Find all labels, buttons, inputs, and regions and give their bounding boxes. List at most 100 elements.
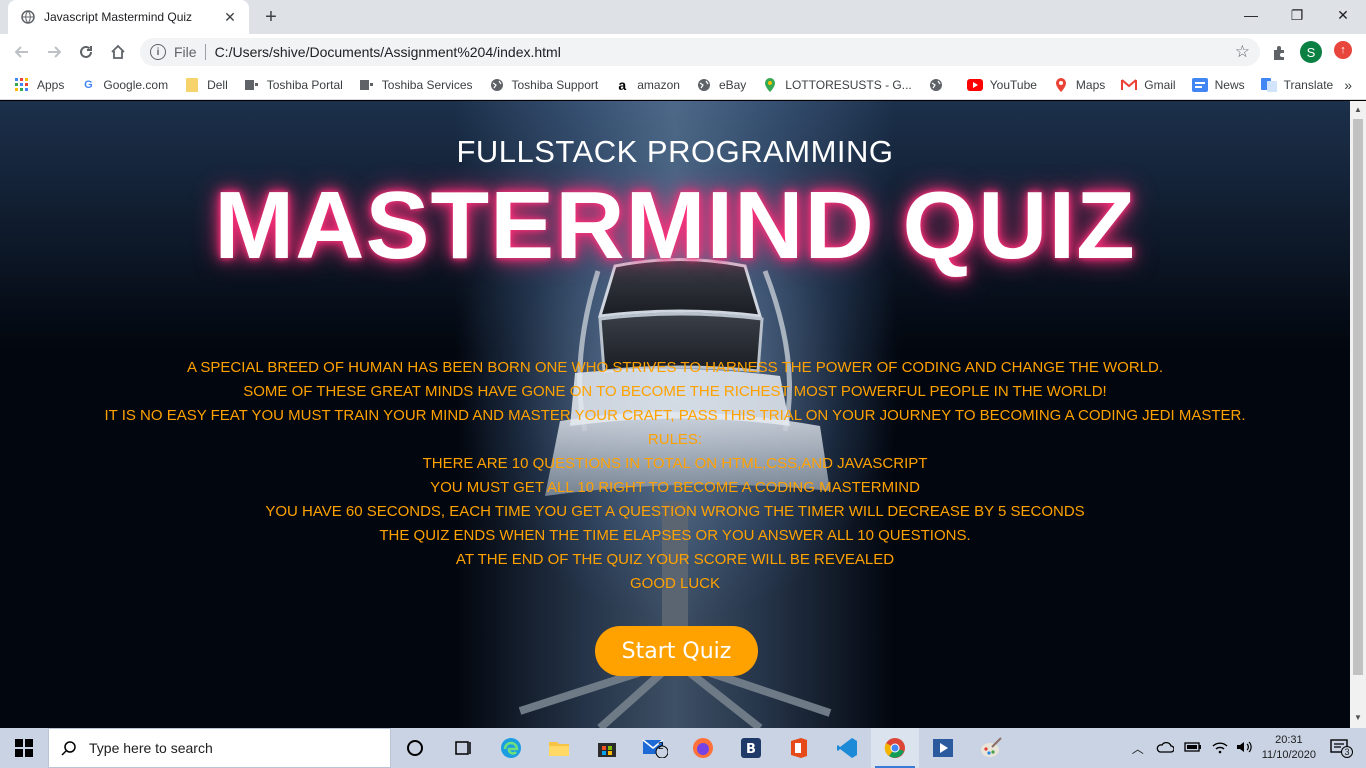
toshiba-icon	[359, 77, 375, 93]
url-text[interactable]: C:/Users/shive/Documents/Assignment%204/…	[215, 44, 1235, 60]
rule-line: YOU MUST GET ALL 10 RIGHT TO BECOME A CO…	[430, 479, 920, 496]
bookmark-globe[interactable]	[928, 77, 951, 93]
new-tab-icon[interactable]: +	[258, 4, 284, 30]
start-quiz-button[interactable]: Start Quiz	[595, 626, 758, 676]
cortana-icon[interactable]	[391, 728, 439, 768]
bookmark-translate[interactable]: Translate	[1260, 77, 1334, 93]
search-icon	[61, 741, 76, 756]
quiz-landing-page: FULLSTACK PROGRAMMING MASTERMIND QUIZ A …	[0, 101, 1350, 728]
bookmark-label: Apps	[37, 77, 65, 92]
address-bar[interactable]: i File C:/Users/shive/Documents/Assignme…	[140, 38, 1260, 66]
close-window-icon[interactable]: ✕	[1320, 0, 1366, 30]
bootstrap-app-icon[interactable]: B	[727, 728, 775, 768]
tab-active[interactable]: Javascript Mastermind Quiz ✕	[8, 0, 249, 34]
task-view-icon[interactable]	[439, 728, 487, 768]
bookmarks-overflow-icon[interactable]: »	[1344, 77, 1352, 93]
minimize-icon[interactable]: —	[1228, 0, 1274, 30]
maps-icon	[1053, 77, 1069, 93]
windows-start-icon[interactable]	[0, 728, 48, 768]
bookmark-gmail[interactable]: Gmail	[1121, 77, 1176, 93]
intro-line: SOME OF THESE GREAT MINDS HAVE GONE ON T…	[243, 383, 1107, 400]
scroll-down-icon[interactable]: ▼	[1354, 713, 1362, 722]
office-icon[interactable]	[775, 728, 823, 768]
chevron-up-icon[interactable]: ︿	[1132, 740, 1144, 757]
store-icon[interactable]	[583, 728, 631, 768]
reload-icon[interactable]	[74, 40, 98, 64]
bookmark-amazon[interactable]: a amazon	[614, 77, 680, 93]
intro-text: A SPECIAL BREED OF HUMAN HAS BEEN BORN O…	[0, 356, 1350, 596]
gmail-icon	[1121, 77, 1138, 93]
bookmark-toshiba-services[interactable]: Toshiba Services	[359, 77, 473, 93]
toshiba-icon	[244, 77, 260, 93]
bookmark-news[interactable]: News	[1191, 77, 1245, 93]
page-title: MASTERMIND QUIZ	[214, 172, 1136, 279]
scroll-up-icon[interactable]: ▲	[1354, 105, 1362, 114]
bookmark-label: amazon	[637, 77, 680, 92]
chrome-icon[interactable]	[871, 728, 919, 768]
mail-icon[interactable]: 2	[631, 728, 679, 768]
taskbar-clock[interactable]: 20:31 11/10/2020	[1262, 733, 1316, 763]
page-scrollbar[interactable]: ▲ ▼	[1350, 101, 1366, 728]
restore-icon[interactable]: ❐	[1274, 0, 1320, 30]
good-luck-text: GOOD LUCK	[629, 575, 720, 592]
home-icon[interactable]	[106, 40, 130, 64]
rule-line: THE QUIZ ENDS WHEN THE TIME ELAPSES OR Y…	[379, 527, 971, 544]
address-separator	[204, 44, 206, 60]
close-tab-icon[interactable]: ✕	[221, 9, 239, 26]
update-icon[interactable]: ↑	[1334, 41, 1352, 59]
bookmark-maps[interactable]: Maps	[1053, 77, 1105, 93]
rule-line: THERE ARE 10 QUESTIONS IN TOTAL ON HTML,…	[422, 455, 928, 472]
scrollbar-thumb[interactable]	[1353, 119, 1363, 675]
map-pin-icon	[762, 77, 778, 93]
search-placeholder: Type here to search	[89, 740, 213, 756]
bookmark-label: Dell	[207, 77, 228, 92]
bookmark-star-icon[interactable]: ☆	[1235, 42, 1250, 62]
bookmark-label: Translate	[1283, 77, 1334, 92]
back-icon[interactable]	[10, 40, 34, 64]
amazon-icon: a	[618, 76, 627, 93]
tab-title: Javascript Mastermind Quiz	[44, 10, 193, 24]
bookmark-lottoresults[interactable]: LOTTORESUSTS - G...	[762, 77, 912, 93]
media-player-icon[interactable]	[919, 728, 967, 768]
bookmark-toshiba-support[interactable]: Toshiba Support	[489, 77, 599, 93]
notification-count: 3	[1341, 745, 1353, 758]
globe-icon	[20, 9, 36, 25]
extensions-icon[interactable]	[1268, 42, 1290, 64]
taskbar-search[interactable]: Type here to search	[48, 728, 391, 768]
bookmark-dell[interactable]: Dell	[184, 77, 228, 93]
globe-icon	[696, 77, 712, 93]
page-subtitle: FULLSTACK PROGRAMMING	[456, 134, 894, 169]
mail-badge: 2	[658, 741, 664, 752]
volume-icon[interactable]	[1236, 740, 1252, 757]
news-icon	[1191, 77, 1208, 93]
info-icon[interactable]: i	[150, 44, 166, 60]
bookmark-toshiba-portal[interactable]: Toshiba Portal	[244, 77, 343, 93]
bookmark-label: eBay	[718, 77, 747, 92]
profile-avatar[interactable]: S	[1300, 41, 1322, 63]
edge-icon[interactable]	[487, 728, 535, 768]
bookmark-google[interactable]: G Google.com	[80, 77, 168, 93]
vscode-icon[interactable]	[823, 728, 871, 768]
wifi-icon[interactable]	[1212, 740, 1228, 757]
bookmark-label: Gmail	[1144, 77, 1176, 92]
bookmark-label: Toshiba Portal	[266, 77, 343, 92]
bookmark-apps[interactable]: Apps	[14, 77, 64, 93]
globe-icon	[489, 77, 505, 93]
battery-icon[interactable]	[1184, 741, 1202, 756]
notifications-icon[interactable]: 3	[1330, 738, 1353, 758]
forward-icon[interactable]	[42, 40, 66, 64]
intro-line: IT IS NO EASY FEAT YOU MUST TRAIN YOUR M…	[104, 407, 1246, 424]
rules-heading: RULES:	[647, 431, 703, 448]
svg-text:B: B	[746, 742, 756, 757]
bookmark-label: LOTTORESUSTS - G...	[785, 77, 912, 92]
apps-grid-icon	[14, 77, 30, 93]
bookmark-label: Maps	[1075, 77, 1106, 92]
bookmark-label: Toshiba Support	[511, 77, 599, 92]
file-explorer-icon[interactable]	[535, 728, 583, 768]
firefox-icon[interactable]	[679, 728, 727, 768]
onedrive-icon[interactable]	[1156, 741, 1175, 756]
bookmark-ebay[interactable]: eBay	[696, 77, 746, 93]
folder-icon	[184, 77, 200, 93]
bookmark-youtube[interactable]: YouTube	[966, 77, 1037, 93]
paint-icon[interactable]	[967, 728, 1015, 768]
